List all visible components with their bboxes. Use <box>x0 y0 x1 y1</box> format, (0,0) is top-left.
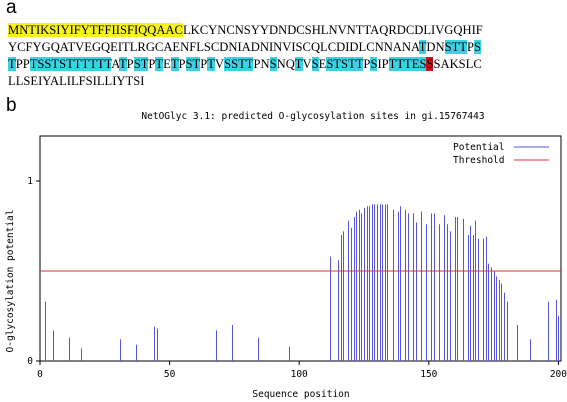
sequence-segment-cyan: T <box>8 57 16 71</box>
sequence-segment-yellow: MNTIKSIYIFYTFFIISFIQQAAC <box>8 23 183 37</box>
sequence-segment: NQ <box>276 57 295 71</box>
x-tick-label: 200 <box>550 369 567 380</box>
sequence-segment: PN <box>253 57 270 71</box>
sequence-line: TPPTSSTSTTTTTTATPSTPTETPSTPTVSSTTPNSNQTV… <box>8 56 563 73</box>
sequence-segment: E <box>163 57 171 71</box>
sequence-segment: PP <box>15 57 30 71</box>
panel-a-label: a <box>6 0 17 18</box>
sequence-line: YCFYGQATVEGQEITLRGCAENFLSCDNIADNINVISCQL… <box>8 39 563 56</box>
legend-label-potential: Potential <box>453 142 504 153</box>
sequence-segment-cyan: T <box>155 57 164 71</box>
glycosylation-chart: NetOGlyc 3.1: predicted O-glycosylation … <box>5 111 567 400</box>
sequence-segment-cyan: STSTT <box>326 57 364 71</box>
sequence-segment: IP <box>377 57 389 71</box>
y-tick-label: 1 <box>27 176 33 187</box>
sequence-segment-cyan: STT <box>444 40 467 54</box>
sequence-segment-cyan: S <box>269 57 277 71</box>
sequence-segment: DN <box>426 40 445 54</box>
chart-title: NetOGlyc 3.1: predicted O-glycosylation … <box>141 111 484 122</box>
sequence-segment: LLSEIYALILFSILLIYTSI <box>8 74 145 88</box>
sequence-segment-cyan: T <box>207 57 215 71</box>
sequence-segment-cyan: T <box>118 57 127 71</box>
sequence-segment: P <box>178 57 186 71</box>
plot-frame <box>39 135 562 362</box>
x-axis-label: Sequence position <box>252 389 349 400</box>
sequence-line: MNTIKSIYIFYTFFIISFIQQAACLKCYNCNSYYDNDCSH… <box>8 22 563 39</box>
sequence-line: LLSEIYALILFSILLIYTSI <box>8 73 563 90</box>
sequence-segment-cyan: TTTE <box>388 57 420 71</box>
sequence-segment: V <box>302 57 312 71</box>
sequence-segment: YCFYGQATVEGQEITLRGCAENFLSCDNIADNINVISCQL… <box>8 40 419 54</box>
sequence-segment-cyan: T <box>294 57 303 71</box>
sequence-segment-cyan: S <box>311 57 319 71</box>
sequence-segment-cyan: SSTT <box>224 57 254 71</box>
sequence-segment-cyan: T <box>170 57 179 71</box>
x-tick-label: 50 <box>164 369 176 380</box>
sequence-segment-cyan: ST <box>133 57 149 71</box>
sequence-segment-cyan: TSSTSTTTTTT <box>29 57 112 71</box>
sequence-segment-cyan: S <box>474 40 482 54</box>
y-tick-label: 0 <box>27 356 33 367</box>
sequence-segment: LKCYNCNSYYDNDCSHLNVNTTAQRDCDLIVGQHIF <box>182 23 483 37</box>
x-tick-label: 0 <box>37 369 43 380</box>
protein-sequence: MNTIKSIYIFYTFFIISFIQQAACLKCYNCNSYYDNDCSH… <box>8 22 563 90</box>
sequence-segment: A <box>111 57 119 71</box>
x-tick-label: 100 <box>291 369 308 380</box>
x-tick-label: 150 <box>420 369 437 380</box>
sequence-segment-cyan: ST <box>185 57 201 71</box>
sequence-segment: V <box>214 57 225 71</box>
y-axis-label: O-glycosylation potential <box>5 210 16 353</box>
legend-label-threshold: Threshold <box>453 155 504 166</box>
sequence-segment: P <box>467 40 475 54</box>
sequence-segment: P <box>126 57 134 71</box>
sequence-segment: SAKSLC <box>433 57 482 71</box>
